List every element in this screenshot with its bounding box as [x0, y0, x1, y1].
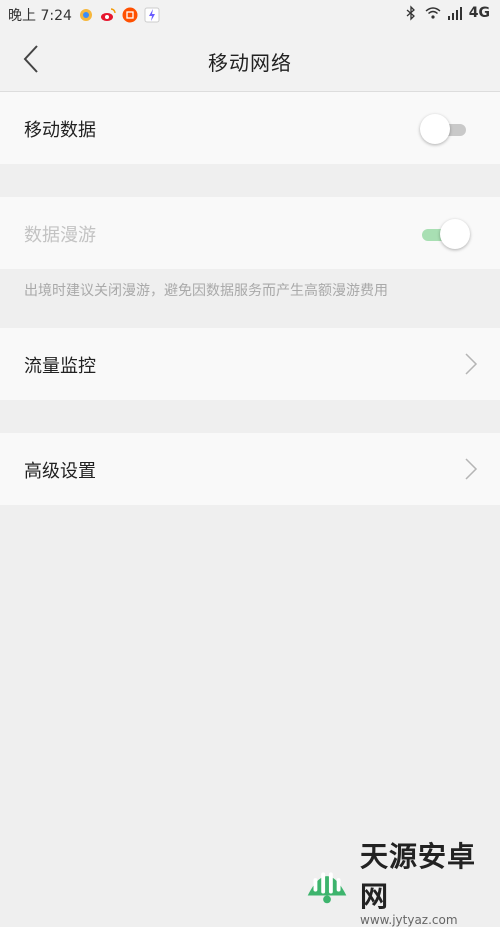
bluetooth-icon [406, 5, 415, 21]
data-roaming-toggle[interactable] [420, 219, 472, 249]
page-title: 移动网络 [208, 51, 292, 75]
weibo-icon [100, 8, 116, 21]
chevron-right-icon [465, 458, 478, 480]
mobile-data-row[interactable]: 移动数据 [0, 92, 500, 164]
taobao-icon [122, 7, 138, 23]
watermark-text: 天源安卓网 www.jytyaz.com [360, 835, 500, 927]
wifi-icon [425, 7, 441, 19]
watermark-url: www.jytyaz.com [360, 913, 458, 927]
advanced-settings-row[interactable]: 高级设置 [0, 433, 500, 505]
traffic-monitor-row[interactable]: 流量监控 [0, 328, 500, 400]
data-roaming-row[interactable]: 数据漫游 [0, 197, 500, 269]
flash-icon [144, 7, 160, 23]
network-type: 4G [468, 5, 490, 21]
status-left: 晚上 7:24 [8, 5, 160, 25]
app-header: 移动网络 [0, 28, 500, 92]
roaming-note: 出境时建议关闭漫游，避免因数据服务而产生高额漫游费用 [24, 283, 388, 299]
android-logo-icon [307, 872, 347, 904]
advanced-settings-label: 高级设置 [24, 461, 96, 482]
data-roaming-label: 数据漫游 [24, 225, 96, 246]
traffic-monitor-label: 流量监控 [24, 356, 96, 377]
signal-icon [447, 7, 462, 20]
watermark: 天源安卓网 www.jytyaz.com [300, 835, 500, 927]
app-icon [79, 9, 92, 21]
toggle-knob [420, 114, 450, 144]
chevron-right-icon [465, 353, 478, 375]
status-bar: 晚上 7:24 4G [0, 0, 500, 28]
mobile-data-toggle[interactable] [420, 114, 472, 144]
watermark-title: 天源安卓网 [360, 840, 477, 913]
mobile-data-label: 移动数据 [24, 120, 96, 141]
status-time: 晚上 7:24 [8, 8, 72, 24]
status-right: 4G [403, 5, 490, 21]
toggle-knob [440, 219, 470, 249]
